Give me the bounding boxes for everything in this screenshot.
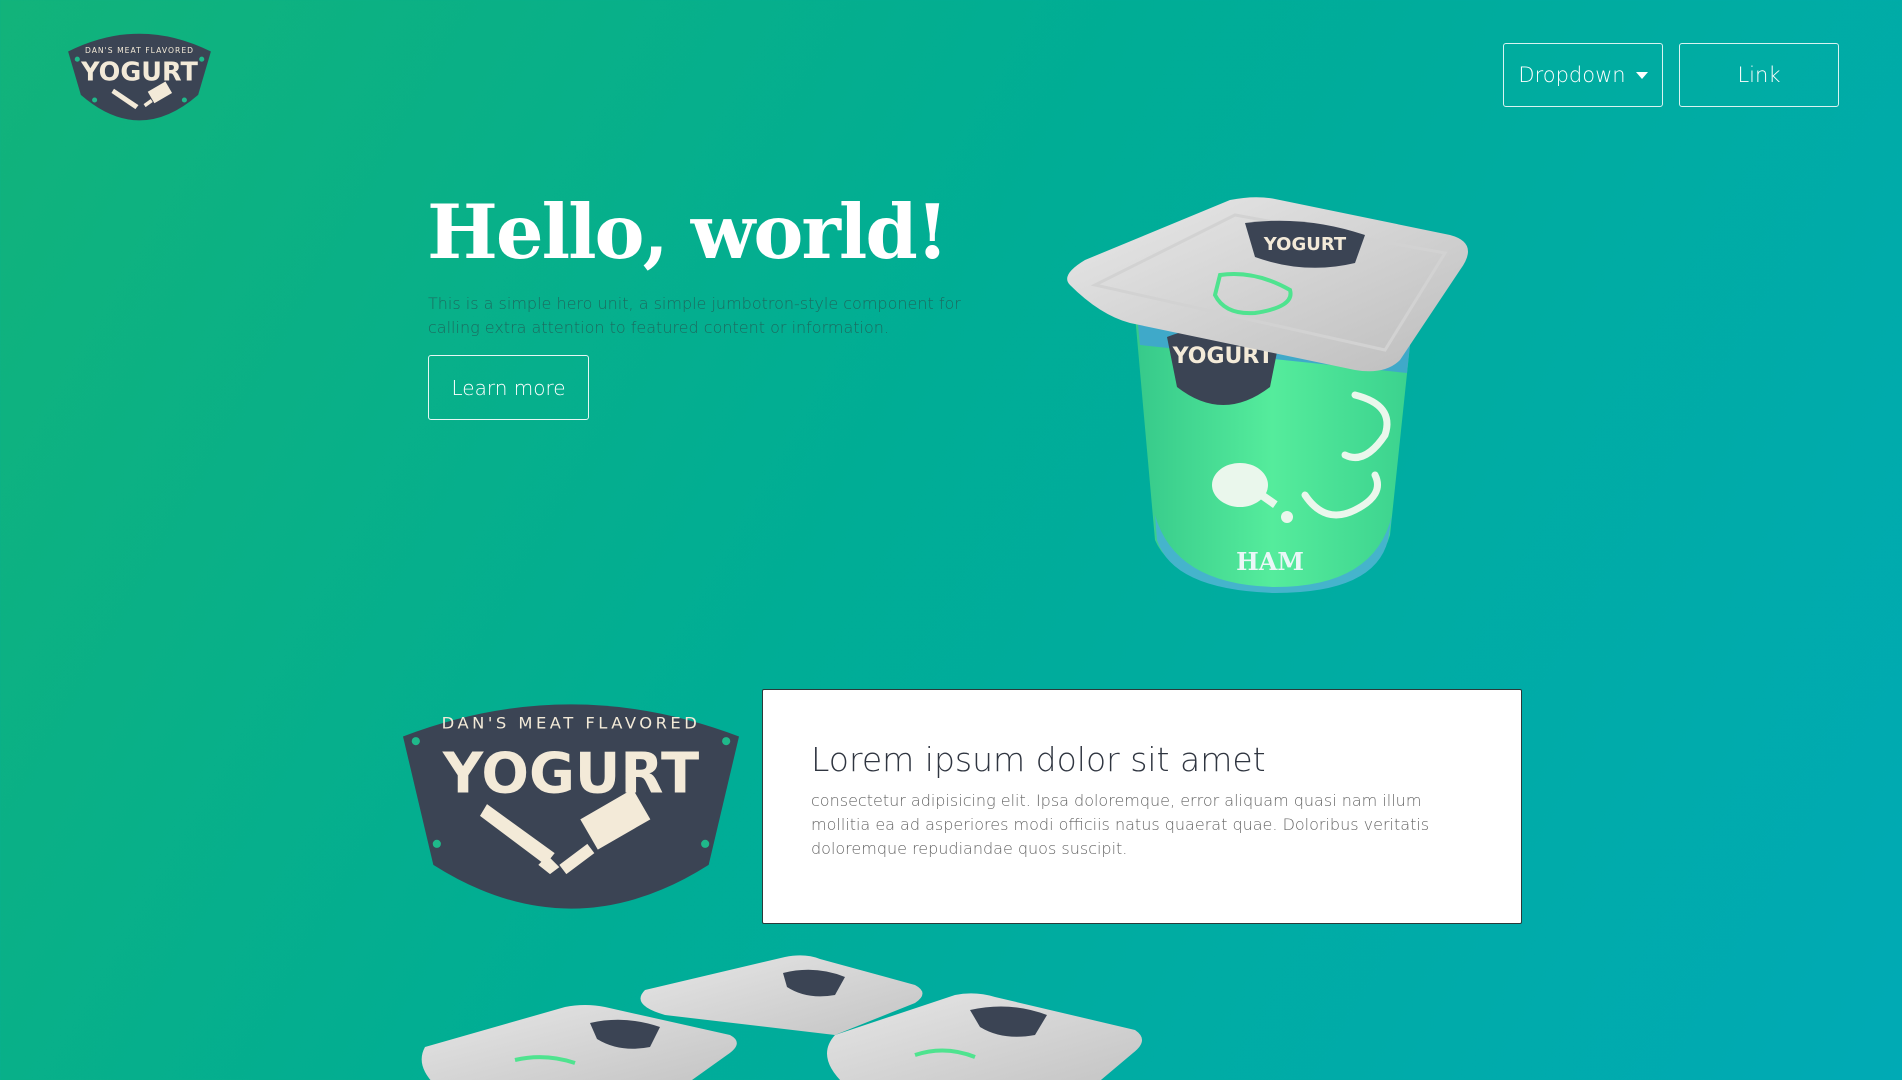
- yogurt-lids-image: [415, 945, 1155, 1080]
- lid-badge-wordmark: YOGURT: [1263, 234, 1347, 255]
- brand-logo[interactable]: DAN'S MEAT FLAVORED YOGURT: [63, 23, 216, 126]
- info-card: Lorem ipsum dolor sit amet consectetur a…: [762, 689, 1522, 924]
- nav-dropdown-button[interactable]: Dropdown: [1503, 43, 1663, 107]
- card-title: Lorem ipsum dolor sit amet: [811, 740, 1266, 779]
- nav-link-label: Link: [1737, 63, 1781, 87]
- brand-logo-large-icon: DAN'S MEAT FLAVORED YOGURT: [403, 704, 739, 909]
- hero-title: Hello, world!: [427, 188, 949, 276]
- nav-dropdown-label: Dropdown: [1518, 63, 1626, 87]
- learn-more-button[interactable]: Learn more: [428, 355, 589, 420]
- brand-logo-icon: DAN'S MEAT FLAVORED YOGURT: [68, 33, 211, 121]
- learn-more-label: Learn more: [451, 375, 566, 400]
- brand-logo-large: DAN'S MEAT FLAVORED YOGURT: [396, 689, 746, 924]
- nav-link-button[interactable]: Link: [1679, 43, 1839, 107]
- large-logo-tagline: DAN'S MEAT FLAVORED: [442, 713, 701, 732]
- cup-flavor-label: HAM: [1236, 547, 1304, 576]
- card-text: consectetur adipisicing elit. Ipsa dolor…: [811, 791, 1430, 858]
- hero-description: This is a simple hero unit, a simple jum…: [428, 294, 961, 337]
- logo-wordmark: YOGURT: [80, 58, 198, 88]
- caret-down-icon: [1635, 71, 1648, 79]
- large-logo-wordmark: YOGURT: [442, 742, 699, 807]
- yogurt-cup-image: HAM YOGURT YOGURT: [1055, 195, 1475, 605]
- logo-tagline: DAN'S MEAT FLAVORED: [85, 46, 194, 55]
